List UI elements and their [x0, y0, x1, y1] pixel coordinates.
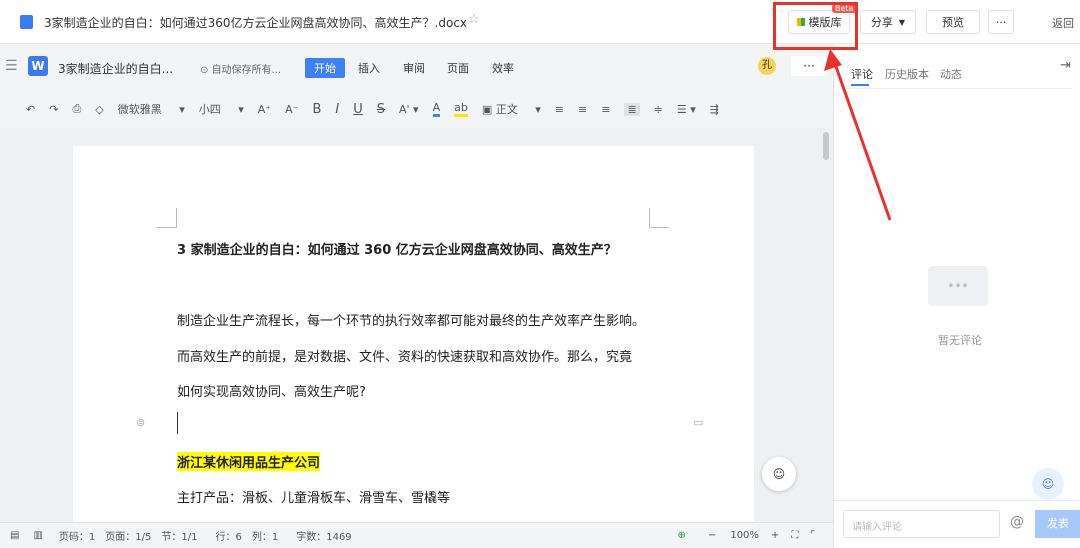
line-spacing-icon[interactable]: ≑: [654, 103, 663, 116]
document-page[interactable]: 3 家制造企业的自白：如何通过 360 亿方云企业网盘高效协同、高效生产？ 制造…: [73, 146, 754, 526]
font-grow-icon[interactable]: A⁺: [258, 103, 271, 116]
assistant-mascot-icon[interactable]: ☺: [762, 457, 796, 491]
style-select[interactable]: ▣ 正文 ▾: [482, 101, 541, 117]
file-title: 3家制造企业的自白：如何通过360亿方云企业网盘高效协同、高效生产？.docx: [44, 16, 468, 30]
font-color-icon[interactable]: A: [432, 101, 441, 117]
tab-review[interactable]: 审阅: [403, 60, 425, 76]
add-comment-icon[interactable]: ▭: [693, 416, 703, 429]
status-bar: ▤ ▥ 页码：1 页面：1/5 节：1/1 行：6 列：1 字数：1469 ⊕ …: [0, 522, 833, 548]
redo-icon[interactable]: ↷: [49, 103, 58, 116]
empty-comments-text: 暂无评论: [938, 334, 982, 347]
underline-button[interactable]: U: [353, 102, 363, 117]
doc-name[interactable]: 3家制造企业的自白...: [58, 60, 173, 77]
list-icon[interactable]: ☰ ▾: [677, 103, 696, 116]
chevron-down-icon: ▼: [898, 17, 906, 27]
back-link[interactable]: 返回: [1052, 15, 1074, 31]
tab-insert[interactable]: 插入: [358, 60, 380, 76]
outline-icon[interactable]: ▤: [10, 530, 19, 541]
superscript-icon[interactable]: A' ▾: [399, 103, 419, 116]
document-bar: ☰ W 3家制造企业的自白... ⊙ 自动保存所有... 开始 插入 审阅 页面…: [0, 44, 833, 90]
tab-activity[interactable]: 动态: [940, 66, 962, 82]
section-heading: 浙江某休闲用品生产公司: [177, 452, 321, 471]
page-count: 页面：1/5: [105, 532, 152, 543]
more-button[interactable]: ···: [988, 10, 1014, 34]
justify-icon[interactable]: ≣: [624, 102, 640, 116]
avatar[interactable]: 孔: [758, 57, 776, 75]
align-center-icon[interactable]: ≡: [578, 103, 587, 116]
wps-logo-icon: W: [28, 56, 48, 76]
row-number: 行：6: [215, 532, 242, 543]
paragraph: 主打产品：滑板、儿童滑板车、滑雪车、雪橇等: [177, 491, 451, 506]
paragraph: 而高效生产的前提，是对数据、文件、资料的快速获取和高效协作。那么，究竟: [177, 350, 633, 365]
zoom-level: 100%: [730, 530, 759, 541]
fit-icon[interactable]: ⛶: [791, 530, 798, 541]
title-bar: 3家制造企业的自白：如何通过360亿方云企业网盘高效协同、高效生产？.docx …: [0, 0, 1080, 44]
zoom-out-button[interactable]: −: [708, 530, 716, 541]
star-icon[interactable]: ☆: [468, 12, 480, 27]
empty-comments-icon: •••: [928, 266, 988, 306]
send-button[interactable]: 发表: [1035, 510, 1080, 538]
italic-button[interactable]: I: [335, 102, 339, 117]
font-shrink-icon[interactable]: A⁻: [285, 103, 298, 116]
annotation-arrow: [824, 49, 892, 221]
collapse-panel-icon[interactable]: ⇥: [1060, 58, 1071, 73]
paragraph-handle-icon[interactable]: ⊜: [136, 416, 145, 429]
document-title: 3 家制造企业的自白：如何通过 360 亿方云企业网盘高效协同、高效生产？: [177, 243, 617, 258]
size-select[interactable]: 小四 ▾: [199, 101, 244, 117]
formatting-toolbar: ↶ ↷ ⎙ ◇ 微软雅黑 ▾ 小四 ▾ A⁺ A⁻ B I U S A' ▾ A ab…: [0, 90, 833, 128]
font-select[interactable]: 微软雅黑 ▾: [118, 101, 185, 117]
text-cursor: [177, 412, 178, 434]
zoom-in-button[interactable]: +: [771, 530, 779, 541]
paragraph: 制造企业生产流程长，每一个环节的执行效率都可能对最终的生产效率产生影响。: [177, 314, 646, 329]
annotation-highlight-box: [773, 2, 858, 50]
section-count: 节：1/1: [161, 532, 198, 543]
share-button[interactable]: 分享 ▼: [860, 10, 916, 34]
align-left-icon[interactable]: ≡: [555, 103, 564, 116]
format-painter-icon[interactable]: ⎙: [72, 102, 81, 116]
bold-button[interactable]: B: [312, 102, 321, 117]
undo-icon[interactable]: ↶: [26, 103, 35, 116]
page-number: 页码：1: [58, 532, 96, 543]
autosave-status: ⊙ 自动保存所有...: [200, 65, 282, 76]
tab-page[interactable]: 页面: [447, 60, 469, 76]
column-number: 列：1: [251, 532, 279, 543]
tab-efficiency[interactable]: 效率: [492, 60, 514, 76]
menu-icon[interactable]: ☰: [5, 58, 18, 74]
fullscreen-icon[interactable]: ⌜: [810, 530, 815, 541]
paragraph: 如何实现高效协同、高效生产呢?: [177, 385, 366, 400]
word-count: 字数：1469: [296, 532, 352, 543]
page-view-icon[interactable]: ▥: [33, 530, 42, 541]
globe-check-icon[interactable]: ⊕: [678, 530, 686, 541]
help-mascot-icon[interactable]: ☺: [1032, 468, 1064, 500]
indent-icon[interactable]: ⇶: [710, 103, 719, 116]
word-file-icon: [20, 15, 33, 29]
tab-start[interactable]: 开始: [305, 58, 345, 78]
mention-icon[interactable]: @: [1010, 514, 1024, 530]
preview-button[interactable]: 预览: [926, 10, 980, 34]
strikethrough-button[interactable]: S: [377, 102, 385, 117]
align-right-icon[interactable]: ≡: [601, 103, 610, 116]
eraser-icon[interactable]: ◇: [95, 103, 103, 116]
highlight-icon[interactable]: ab: [454, 101, 468, 117]
comment-input[interactable]: 请输入评论: [843, 510, 1000, 538]
